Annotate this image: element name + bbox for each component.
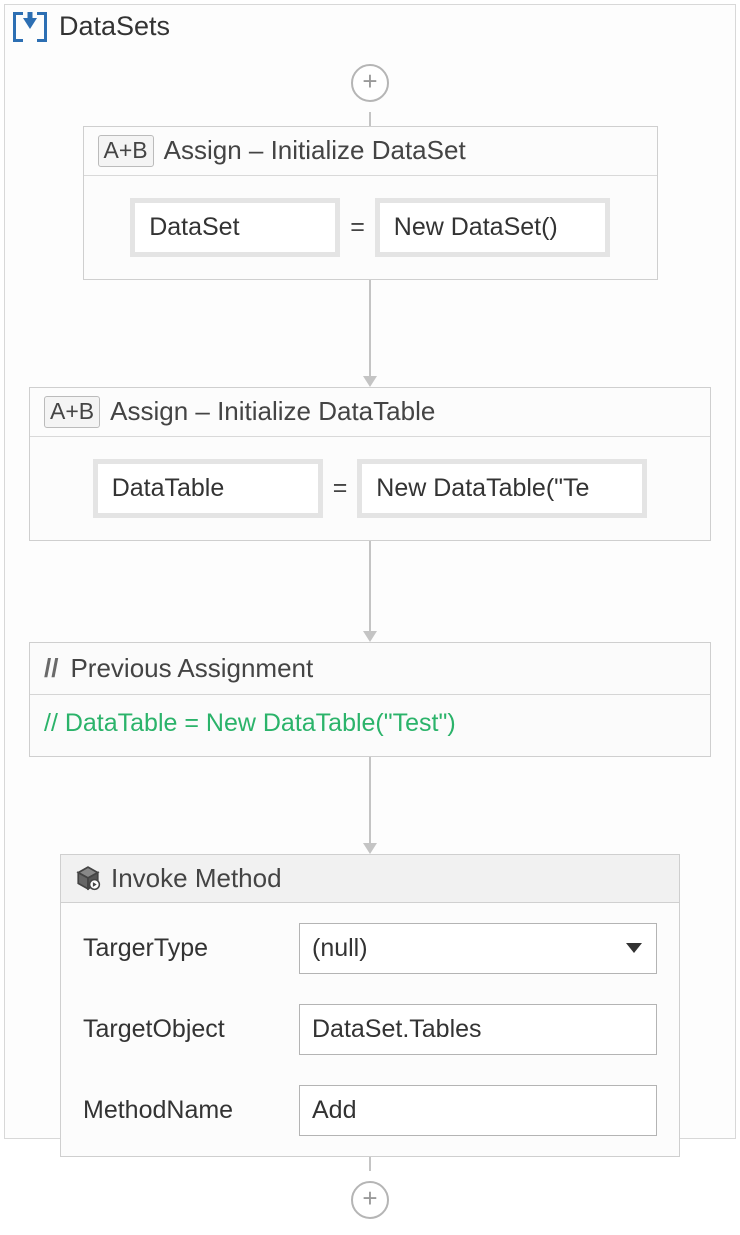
target-object-input[interactable]: DataSet.Tables <box>299 1004 657 1055</box>
target-type-label: TargerType <box>83 934 283 963</box>
assign-to-input[interactable]: DataTable <box>93 459 323 518</box>
comment-header[interactable]: // Previous Assignment <box>30 643 710 695</box>
assign-initialize-datatable[interactable]: A+B Assign – Initialize DataTable DataTa… <box>29 387 711 541</box>
plus-icon: + <box>362 68 377 94</box>
activity-header[interactable]: A+B Assign – Initialize DataSet <box>84 127 657 176</box>
comment-previous-assignment[interactable]: // Previous Assignment // DataTable = Ne… <box>29 642 711 757</box>
activity-body: DataTable = New DataTable("Te <box>30 437 710 540</box>
equals-sign: = <box>350 213 365 242</box>
assign-to-input[interactable]: DataSet <box>130 198 340 257</box>
activity-header[interactable]: Invoke Method <box>61 855 679 903</box>
sequence-datasets[interactable]: DataSets + A+B Assign – Initialize DataS… <box>4 4 736 1139</box>
add-activity-bottom[interactable]: + <box>351 1181 389 1219</box>
connector-arrow <box>363 541 377 642</box>
comment-title: Previous Assignment <box>70 653 313 684</box>
connector-arrow <box>363 757 377 854</box>
connector <box>369 1157 371 1171</box>
sequence-body: + A+B Assign – Initialize DataSet DataSe… <box>5 48 735 1235</box>
sequence-header[interactable]: DataSets <box>5 5 735 48</box>
assign-tag-icon: A+B <box>98 135 154 167</box>
assign-value-input[interactable]: New DataSet() <box>375 198 610 257</box>
add-activity-top[interactable]: + <box>351 64 389 102</box>
equals-sign: = <box>333 474 348 503</box>
comment-icon: // <box>44 653 58 684</box>
comment-text[interactable]: // DataTable = New DataTable("Test") <box>30 695 710 756</box>
method-name-input[interactable]: Add <box>299 1085 657 1136</box>
invoke-method[interactable]: Invoke Method TargerType (null) TargetOb… <box>60 854 680 1157</box>
method-name-label: MethodName <box>83 1096 283 1125</box>
sequence-title: DataSets <box>59 11 170 42</box>
invoke-method-icon <box>75 865 101 891</box>
activity-header[interactable]: A+B Assign – Initialize DataTable <box>30 388 710 437</box>
activity-title: Assign – Initialize DataSet <box>164 135 466 166</box>
connector <box>369 112 371 126</box>
plus-icon: + <box>362 1185 377 1211</box>
activity-body: DataSet = New DataSet() <box>84 176 657 279</box>
activity-title: Assign – Initialize DataTable <box>110 396 435 427</box>
connector-arrow <box>363 280 377 387</box>
assign-tag-icon: A+B <box>44 396 100 428</box>
assign-initialize-dataset[interactable]: A+B Assign – Initialize DataSet DataSet … <box>83 126 658 280</box>
activity-title: Invoke Method <box>111 863 282 894</box>
target-type-value: (null) <box>312 934 368 962</box>
invoke-method-body: TargerType (null) TargetObject DataSet.T… <box>61 903 679 1156</box>
chevron-down-icon <box>626 943 642 953</box>
assign-value-input[interactable]: New DataTable("Te <box>357 459 647 518</box>
target-type-dropdown[interactable]: (null) <box>299 923 657 974</box>
sequence-icon <box>13 12 47 42</box>
target-object-label: TargetObject <box>83 1015 283 1044</box>
